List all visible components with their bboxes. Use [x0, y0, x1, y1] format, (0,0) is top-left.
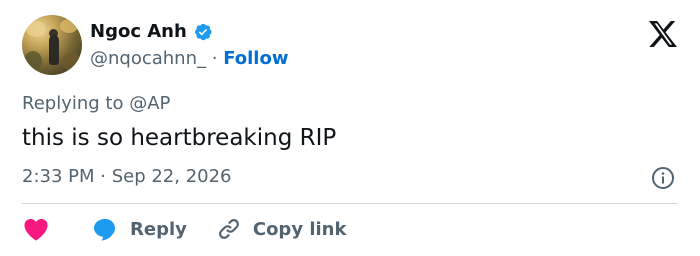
separator-dot: · — [211, 48, 218, 69]
like-button[interactable] — [22, 216, 50, 242]
heart-icon — [24, 219, 48, 241]
author-handle[interactable]: @nqocahnn_ — [90, 48, 206, 69]
info-icon[interactable] — [651, 166, 675, 190]
timestamp[interactable]: 2:33 PM · Sep 22, 2026 — [22, 166, 232, 187]
x-logo-icon[interactable] — [648, 20, 678, 48]
reply-label: Reply — [130, 218, 187, 240]
copy-link-button[interactable]: Copy link — [187, 217, 347, 241]
speech-bubble-icon — [94, 219, 115, 241]
tweet-text: this is so heartbreaking RIP — [22, 125, 337, 151]
author-name[interactable]: Ngoc Anh — [90, 21, 187, 42]
divider — [22, 203, 678, 204]
follow-button[interactable]: Follow — [223, 48, 288, 69]
author-name-row[interactable]: Ngoc Anh — [90, 21, 213, 42]
link-icon — [218, 219, 239, 239]
action-bar: Reply Copy link — [22, 216, 346, 242]
verified-badge-icon — [194, 23, 212, 40]
author-handle-row: @nqocahnn_ · Follow — [90, 48, 288, 69]
replying-to: Replying to @AP — [22, 93, 171, 114]
copy-link-label: Copy link — [252, 218, 347, 240]
reply-button[interactable]: Reply — [50, 216, 187, 242]
avatar[interactable] — [22, 15, 82, 75]
